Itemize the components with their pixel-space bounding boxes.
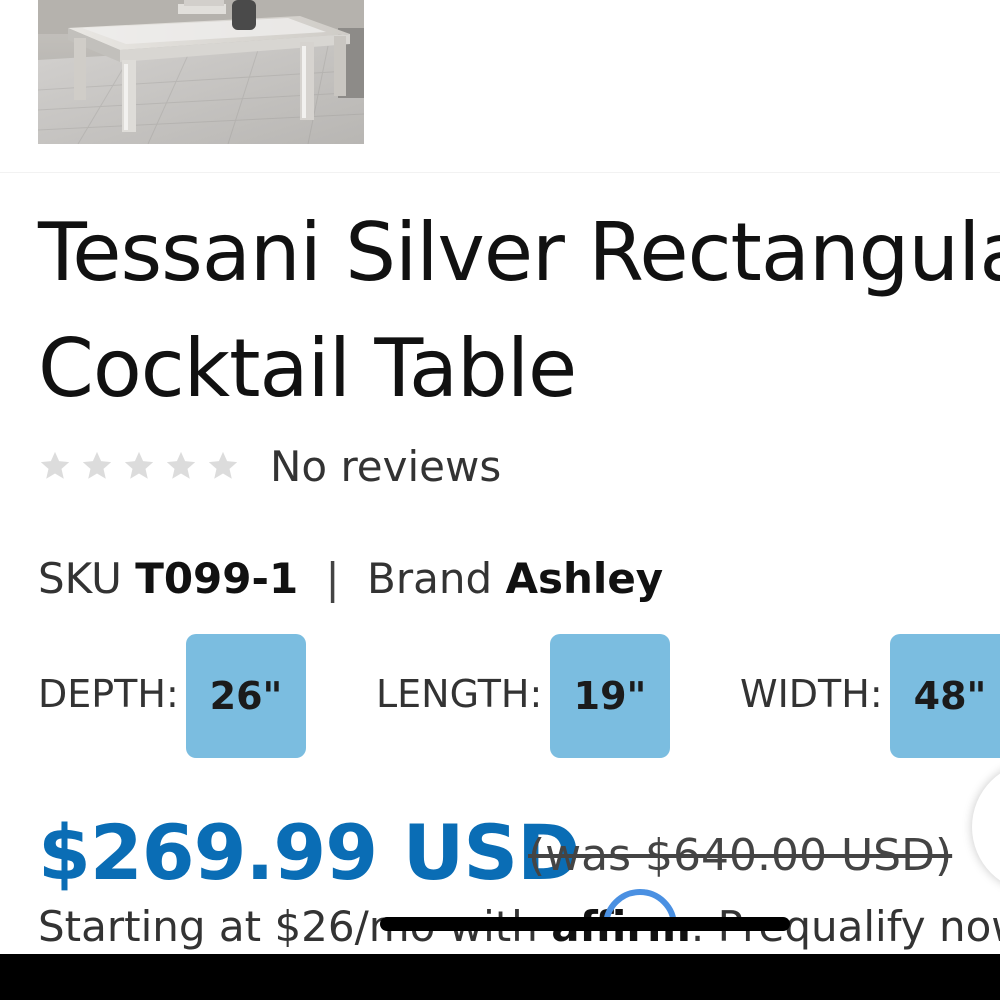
original-price: (was $640.00 USD) (528, 830, 953, 881)
sku-label: SKU (38, 554, 122, 603)
depth-label: DEPTH: (38, 672, 179, 716)
current-price: $269.99 USD (38, 808, 580, 897)
depth-value: 26" (209, 674, 283, 718)
product-image[interactable] (38, 0, 364, 144)
section-divider (0, 172, 1000, 173)
product-title-line-1: Tessani Silver Rectangular (38, 206, 1000, 299)
star-icon (38, 449, 72, 483)
star-icon (122, 449, 156, 483)
length-value-chip: 19" (550, 634, 670, 758)
length-label: LENGTH: (376, 672, 543, 716)
width-value-chip: 48" (890, 634, 1000, 758)
product-meta: SKU T099-1 | Brand Ashley (38, 554, 663, 603)
product-title: Tessani Silver Rectangular Cocktail Tabl… (38, 195, 1000, 427)
star-icon (164, 449, 198, 483)
product-title-line-2: Cocktail Table (38, 322, 577, 415)
reviews-count-label[interactable]: No reviews (270, 442, 501, 491)
brand-value[interactable]: Ashley (506, 554, 664, 603)
meta-separator: | (325, 554, 340, 603)
star-icon (80, 449, 114, 483)
star-icon (206, 449, 240, 483)
rating-stars (38, 449, 248, 483)
width-value: 48" (913, 674, 987, 718)
floating-action-button[interactable] (972, 762, 1000, 892)
brand-label: Brand (367, 554, 493, 603)
reviews-summary[interactable]: No reviews (38, 436, 501, 496)
product-page: Tessani Silver Rectangular Cocktail Tabl… (0, 0, 1000, 1000)
width-label: WIDTH: (740, 672, 883, 716)
sku-value: T099-1 (135, 554, 299, 603)
length-value: 19" (573, 674, 647, 718)
bottom-black-bar (0, 954, 1000, 1000)
home-indicator[interactable] (380, 917, 790, 931)
depth-value-chip: 26" (186, 634, 306, 758)
